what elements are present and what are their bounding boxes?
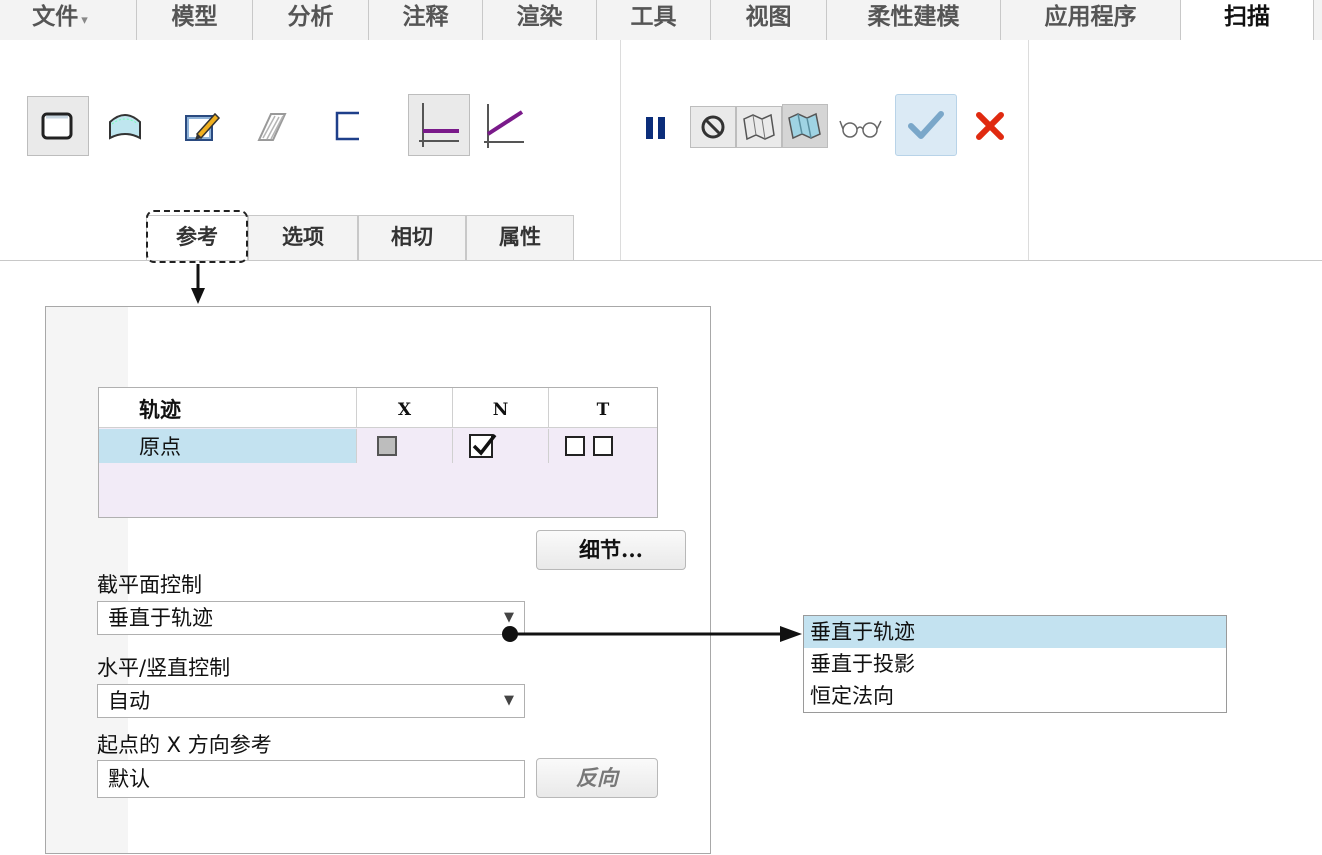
tab-model[interactable]: 模型 <box>136 0 252 40</box>
option-constant-normal[interactable]: 恒定法向 <box>804 680 1226 712</box>
tab-render[interactable]: 渲染 <box>482 0 596 40</box>
preview-shaded-button[interactable] <box>782 104 828 148</box>
chevron-down-icon: ▾ <box>81 13 88 28</box>
glasses-button[interactable] <box>836 108 886 148</box>
section-control-options: 垂直于轨迹 垂直于投影 恒定法向 <box>803 615 1227 713</box>
flip-button[interactable]: 反向 <box>536 758 658 798</box>
solid-icon <box>41 112 73 140</box>
sketch-edit-button[interactable] <box>175 98 231 154</box>
sketch-edit-icon <box>185 112 221 141</box>
surface-icon <box>109 114 141 140</box>
no-preview-button[interactable] <box>690 106 736 148</box>
subtab-options[interactable]: 选项 <box>248 215 358 260</box>
solid-button[interactable] <box>27 96 89 156</box>
cancel-button[interactable] <box>968 104 1012 148</box>
subtab-tangency[interactable]: 相切 <box>358 215 466 260</box>
t-checkbox-2[interactable] <box>593 436 613 456</box>
hv-control-label: 水平/竖直控制 <box>97 656 231 680</box>
no-preview-icon <box>701 115 725 139</box>
option-normal-to-projection[interactable]: 垂直于投影 <box>804 648 1226 680</box>
remove-material-button[interactable] <box>328 98 368 154</box>
tab-file[interactable]: 文件 ▾ <box>0 0 120 40</box>
option-normal-to-trajectory[interactable]: 垂直于轨迹 <box>804 616 1226 648</box>
ok-icon <box>908 111 944 139</box>
thin-button[interactable] <box>252 98 292 154</box>
section-control-label: 截平面控制 <box>97 573 202 597</box>
tab-applications[interactable]: 应用程序 <box>1000 0 1180 40</box>
tab-analysis[interactable]: 分析 <box>252 0 368 40</box>
t-cell <box>549 429 657 463</box>
glasses-icon <box>839 120 882 138</box>
callout-highlight <box>146 210 248 263</box>
n-checkbox[interactable] <box>469 433 497 458</box>
trajectory-table: 轨迹 X N T 原点 <box>98 387 658 518</box>
section-control-select[interactable]: 垂直于轨迹 ▼ <box>97 601 525 635</box>
cancel-icon <box>976 112 1004 140</box>
constant-section-icon <box>419 103 459 147</box>
preview-shaded-icon <box>788 112 821 140</box>
tab-view[interactable]: 视图 <box>710 0 826 40</box>
remove-material-icon <box>335 111 359 141</box>
ribbon-tab-bar: 文件 ▾ 模型 分析 注释 渲染 工具 视图 柔性建模 应用程序 扫描 <box>0 0 1322 41</box>
trajectory-name: 原点 <box>139 435 181 459</box>
x-checkbox[interactable] <box>377 436 397 456</box>
constant-section-button[interactable] <box>408 94 470 156</box>
variable-section-button[interactable] <box>478 96 530 156</box>
column-header-t: T <box>549 388 657 428</box>
preview-mesh-icon <box>743 113 775 141</box>
details-button[interactable]: 细节... <box>536 530 686 570</box>
tab-annotate[interactable]: 注释 <box>368 0 482 40</box>
x-ref-field[interactable]: 默认 <box>97 760 525 798</box>
chevron-down-icon[interactable]: ▼ <box>494 685 524 717</box>
tab-tools[interactable]: 工具 <box>596 0 710 40</box>
t-checkbox-1[interactable] <box>565 436 585 456</box>
ribbon-group-divider <box>1028 40 1029 260</box>
column-header-n: N <box>453 388 549 428</box>
subtab-properties[interactable]: 属性 <box>466 215 574 260</box>
table-row[interactable]: 原点 <box>99 429 357 463</box>
tab-sweep[interactable]: 扫描 <box>1180 0 1314 41</box>
ribbon-group-divider <box>620 40 621 260</box>
pause-icon <box>646 117 665 139</box>
x-cell <box>357 429 453 463</box>
n-cell <box>453 429 549 463</box>
section-control-value: 垂直于轨迹 <box>108 606 213 630</box>
ok-button[interactable] <box>895 94 957 156</box>
x-ref-value: 默认 <box>108 767 150 791</box>
column-header-x: X <box>357 388 453 428</box>
column-header-trajectory: 轨迹 <box>99 388 357 428</box>
tab-flexible-modeling[interactable]: 柔性建模 <box>826 0 1000 40</box>
x-ref-label: 起点的 X 方向参考 <box>97 733 272 757</box>
thin-icon <box>257 113 287 141</box>
pause-button[interactable] <box>638 108 674 148</box>
callout-arrow-down <box>191 264 205 304</box>
hv-control-value: 自动 <box>108 689 150 713</box>
preview-mesh-button[interactable] <box>736 106 782 148</box>
hv-control-select[interactable]: 自动 ▼ <box>97 684 525 718</box>
callout-arrow-right <box>502 626 802 642</box>
tab-file-label: 文件 <box>32 3 79 30</box>
variable-section-icon <box>484 104 524 148</box>
surface-button[interactable] <box>100 98 150 154</box>
checkmark-icon <box>472 433 497 456</box>
